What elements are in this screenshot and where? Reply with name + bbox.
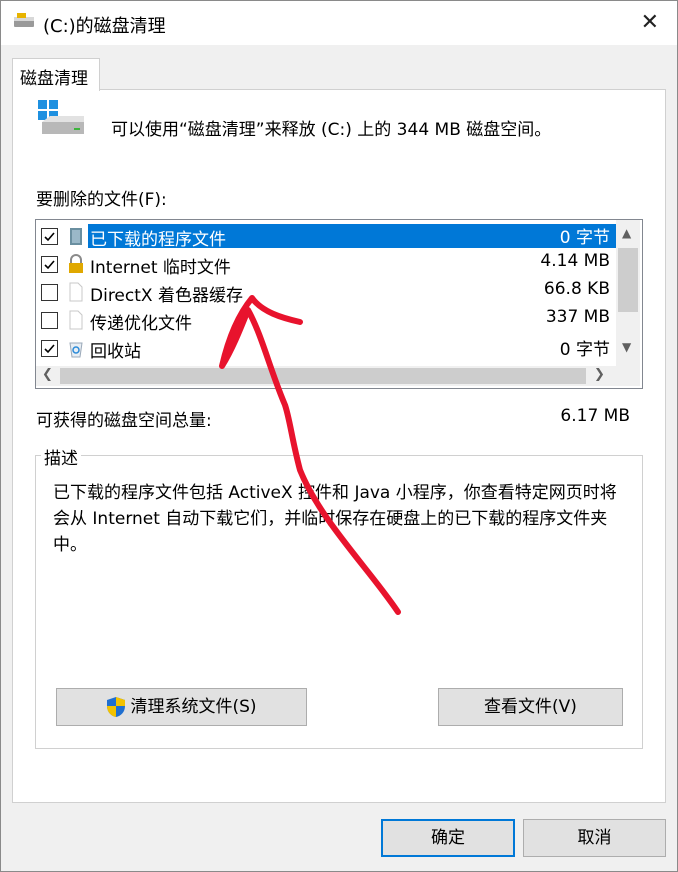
item-name: 传递优化文件 xyxy=(90,314,192,334)
scroll-thumb[interactable] xyxy=(60,368,586,384)
item-size: 66.8 KB xyxy=(543,279,610,299)
disk-cleanup-icon xyxy=(14,13,34,27)
list-item[interactable]: Internet 临时文件 4.14 MB xyxy=(36,250,616,278)
ok-button[interactable]: 确定 xyxy=(381,819,515,857)
tab-label: 磁盘清理 xyxy=(20,69,88,89)
item-name: Internet 临时文件 xyxy=(90,258,231,278)
horizontal-scrollbar[interactable]: ❮ ❯ xyxy=(36,366,640,386)
description-legend: 描述 xyxy=(41,444,81,469)
total-space-value: 6.17 MB xyxy=(560,406,630,426)
scroll-down-icon[interactable]: ▼ xyxy=(622,340,631,354)
lock-icon xyxy=(69,254,83,273)
scroll-right-icon[interactable]: ❯ xyxy=(594,367,605,382)
item-size: 0 字节 xyxy=(559,340,610,360)
scroll-thumb[interactable] xyxy=(618,248,638,312)
folder-icon xyxy=(70,228,82,245)
item-size: 337 MB xyxy=(545,307,610,327)
item-size: 4.14 MB xyxy=(540,251,610,271)
list-item[interactable]: 已下载的程序文件 0 字节 xyxy=(36,222,616,250)
cleanup-system-files-button[interactable]: 清理系统文件(S) xyxy=(56,688,307,726)
list-item[interactable]: 回收站 0 字节 xyxy=(36,334,616,362)
list-item[interactable]: DirectX 着色器缓存 66.8 KB xyxy=(36,278,616,306)
drive-icon xyxy=(38,100,84,134)
checkbox[interactable] xyxy=(41,312,58,329)
description-text: 已下载的程序文件包括 ActiveX 控件和 Java 小程序，你查看特定网页时… xyxy=(53,483,617,555)
file-list[interactable]: 已下载的程序文件 0 字节 Internet 临时文件 4.14 MB Dire… xyxy=(35,219,643,389)
files-label: 要删除的文件(F): xyxy=(36,190,167,210)
scroll-up-icon[interactable]: ▲ xyxy=(622,226,631,240)
checkbox[interactable] xyxy=(41,256,58,273)
item-name: 已下载的程序文件 xyxy=(90,230,226,250)
item-size: 0 字节 xyxy=(559,228,610,248)
title-bar[interactable]: (C:)的磁盘清理 ✕ xyxy=(1,1,677,45)
item-name: DirectX 着色器缓存 xyxy=(90,286,243,306)
header-text: 可以使用“磁盘清理”来释放 (C:) 上的 344 MB 磁盘空间。 xyxy=(111,120,552,140)
uac-shield-icon xyxy=(107,697,126,717)
cleanup-system-files-label: 清理系统文件(S) xyxy=(130,697,257,717)
item-name: 回收站 xyxy=(90,342,141,362)
cancel-button[interactable]: 取消 xyxy=(523,819,666,857)
scroll-left-icon[interactable]: ❮ xyxy=(42,367,53,382)
view-files-button[interactable]: 查看文件(V) xyxy=(438,688,623,726)
recycle-bin-icon xyxy=(69,342,83,358)
tab-disk-cleanup[interactable]: 磁盘清理 xyxy=(12,58,100,91)
total-space-label: 可获得的磁盘空间总量: xyxy=(36,411,212,431)
checkbox[interactable] xyxy=(41,340,58,357)
checkbox[interactable] xyxy=(41,284,58,301)
file-icon xyxy=(69,310,83,330)
window-title: (C:)的磁盘清理 xyxy=(43,16,166,37)
checkbox[interactable] xyxy=(41,228,58,245)
vertical-scrollbar[interactable]: ▲ ▼ xyxy=(616,220,640,366)
list-item[interactable]: 传递优化文件 337 MB xyxy=(36,306,616,334)
close-icon[interactable]: ✕ xyxy=(641,10,659,35)
file-icon xyxy=(69,282,83,302)
